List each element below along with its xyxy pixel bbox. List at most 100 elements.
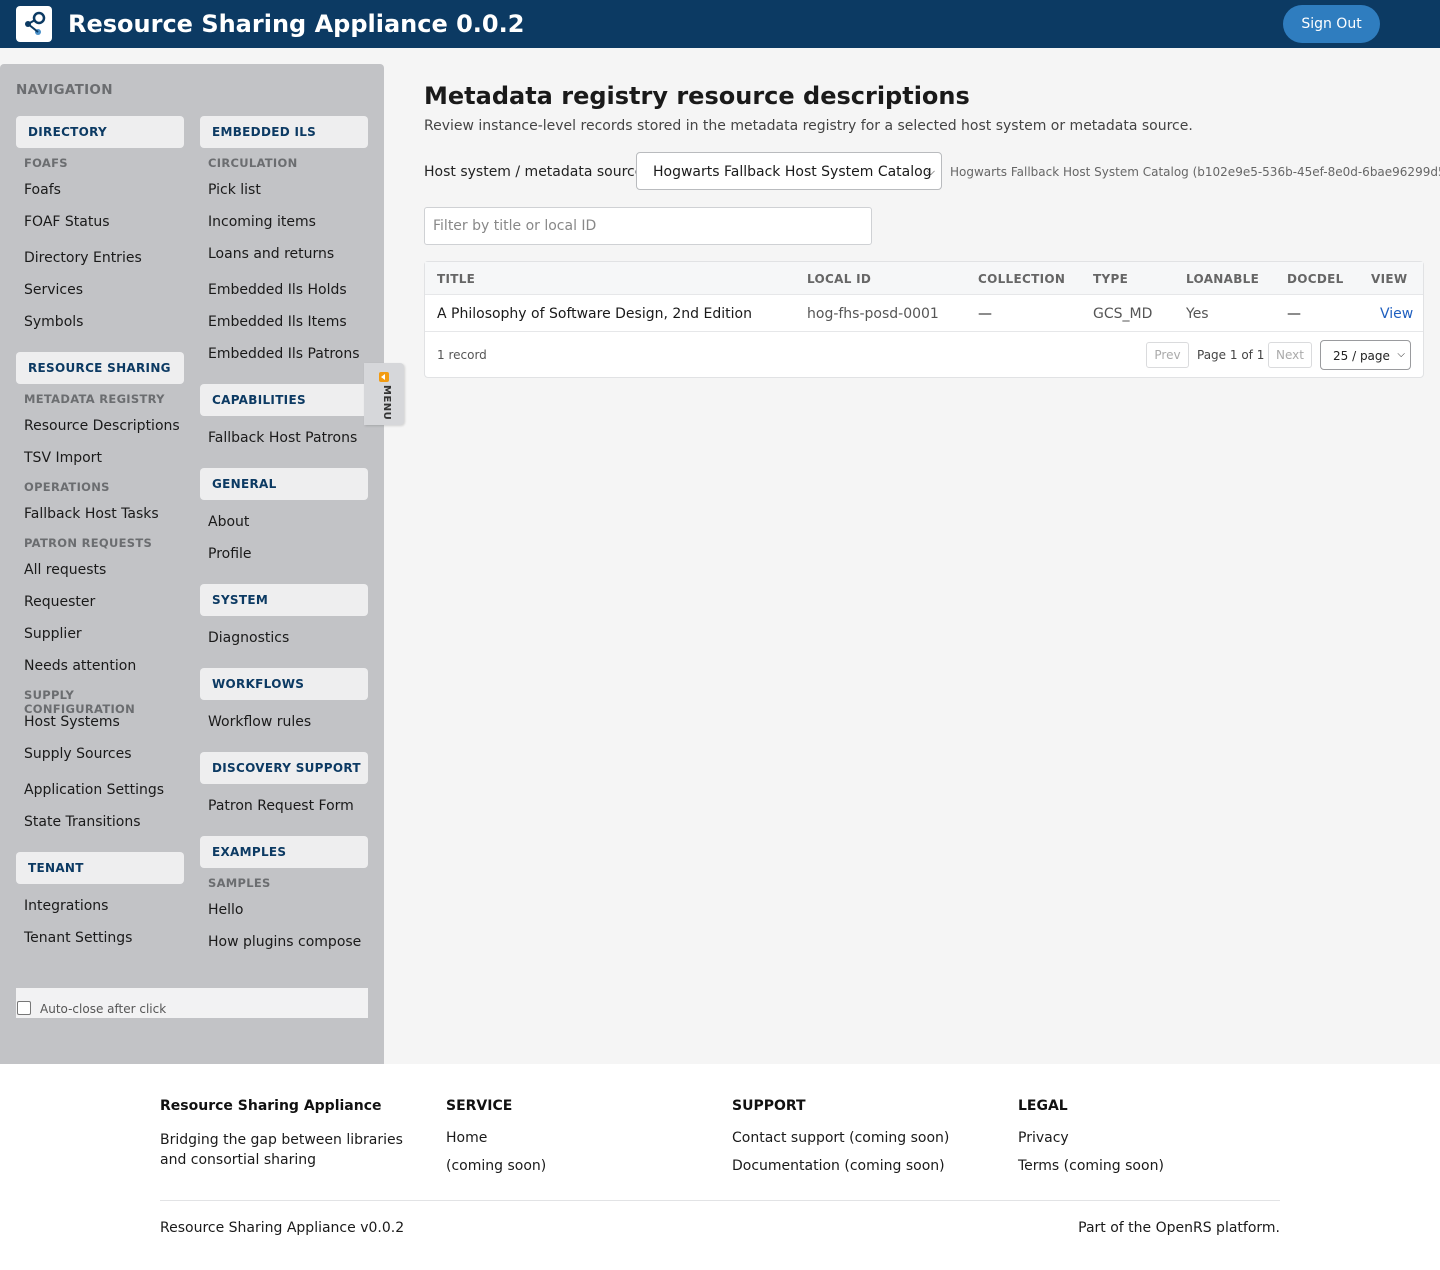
table-row[interactable]: A Philosophy of Software Design, 2nd Edi… [425,295,1423,332]
group-tenant[interactable]: TENANT [16,852,184,884]
app-logo[interactable] [16,6,52,42]
share-network-icon [25,11,46,35]
filter-input[interactable] [424,207,872,245]
footer-link-documentation[interactable]: Documentation (coming soon) [732,1158,1002,1186]
page-size-select[interactable]: 25 / page ⌵ [1320,340,1411,370]
nav-item-resource-descriptions[interactable]: Resource Descriptions [24,418,180,434]
nav-item-state-transitions[interactable]: State Transitions [24,814,141,830]
nav-item-embedded-ils-items[interactable]: Embedded Ils Items [208,314,347,330]
footer-link-coming-soon[interactable]: (coming soon) [446,1158,716,1186]
chevron-down-icon: ⌵ [1397,349,1405,360]
next-page-button[interactable]: Next [1268,342,1312,368]
footer-divider [160,1200,1280,1201]
footer-brand: Resource Sharing Appliance [160,1098,382,1114]
nav-item-needs-attention[interactable]: Needs attention [24,658,136,674]
nav-item-foafs[interactable]: Foafs [24,182,61,198]
group-resource-sharing[interactable]: RESOURCE SHARING [16,352,184,384]
auto-close-checkbox[interactable] [17,1001,31,1015]
nav-item-profile[interactable]: Profile [208,546,252,562]
footer-link-contact-support[interactable]: Contact support (coming soon) [732,1130,1002,1158]
group-general[interactable]: GENERAL [200,468,368,500]
record-count: 1 record [437,348,487,362]
nav-item-all-requests[interactable]: All requests [24,562,106,578]
navigation-title: NAVIGATION [16,82,113,98]
group-heading: GENERAL [212,477,277,491]
page-size-value: 25 / page [1333,349,1390,363]
footer-link-privacy[interactable]: Privacy [1018,1130,1288,1158]
prev-page-button[interactable]: Prev [1146,342,1189,368]
footer-link-home[interactable]: Home [446,1130,716,1158]
nav-item-workflow-rules[interactable]: Workflow rules [208,714,311,730]
column-header-docdel[interactable]: DOCDEL [1287,272,1344,286]
table-footer: 1 record Prev Page 1 of 1 Next 25 / page… [425,332,1423,377]
nav-item-integrations[interactable]: Integrations [24,898,108,914]
cell-loanable: Yes [1186,306,1209,322]
nav-item-application-settings[interactable]: Application Settings [24,782,164,798]
subheading-circulation: CIRCULATION [208,156,298,170]
footer-link-terms[interactable]: Terms (coming soon) [1018,1158,1288,1186]
nav-item-fallback-host-patrons[interactable]: Fallback Host Patrons [208,430,357,446]
nav-item-pick-list[interactable]: Pick list [208,182,261,198]
cell-type: GCS_MD [1093,306,1153,322]
auto-close-label[interactable]: Auto-close after click [40,1002,166,1016]
host-system-select[interactable]: Hogwarts Fallback Host System Catalog ⌵ [636,152,942,190]
nav-item-patron-request-form[interactable]: Patron Request Form [208,798,354,814]
cell-local-id: hog-fhs-posd-0001 [807,306,939,322]
group-workflows[interactable]: WORKFLOWS [200,668,368,700]
group-heading: SYSTEM [212,593,269,607]
group-system[interactable]: SYSTEM [200,584,368,616]
column-header-title[interactable]: TITLE [437,272,475,286]
nav-item-requester[interactable]: Requester [24,594,95,610]
column-header-collection[interactable]: COLLECTION [978,272,1065,286]
group-embedded-ils[interactable]: EMBEDDED ILS [200,116,368,148]
nav-item-embedded-ils-holds[interactable]: Embedded Ils Holds [208,282,347,298]
nav-item-hello[interactable]: Hello [208,902,244,918]
nav-item-foaf-status[interactable]: FOAF Status [24,214,110,230]
results-table: TITLE LOCAL ID COLLECTION TYPE LOANABLE … [424,261,1424,378]
group-heading: EMBEDDED ILS [212,125,317,139]
nav-item-tsv-import[interactable]: TSV Import [24,450,102,466]
subheading-patron-requests: PATRON REQUESTS [24,536,153,550]
page-info: Page 1 of 1 [1197,348,1265,362]
footer-legal-column: LEGAL Privacy Terms (coming soon) [1018,1098,1288,1186]
nav-item-how-plugins-compose[interactable]: How plugins compose [208,934,361,950]
group-examples[interactable]: EXAMPLES [200,836,368,868]
footer-legal-heading: LEGAL [1018,1098,1068,1114]
footer-support-column: SUPPORT Contact support (coming soon) Do… [732,1098,1002,1186]
footer-service-heading: SERVICE [446,1098,513,1114]
column-header-type[interactable]: TYPE [1093,272,1128,286]
nav-item-supply-sources[interactable]: Supply Sources [24,746,132,762]
subheading-supply-configuration: SUPPLY CONFIGURATION [24,688,136,716]
view-link[interactable]: View [1380,306,1413,322]
nav-item-services[interactable]: Services [24,282,83,298]
auto-close-option: Auto-close after click [16,988,368,1018]
nav-item-supplier[interactable]: Supplier [24,626,82,642]
nav-item-symbols[interactable]: Symbols [24,314,83,330]
nav-item-about[interactable]: About [208,514,249,530]
host-select-value: Hogwarts Fallback Host System Catalog [653,164,932,180]
sign-out-button[interactable]: Sign Out [1283,5,1380,43]
nav-item-loans-and-returns[interactable]: Loans and returns [208,246,334,262]
nav-item-directory-entries[interactable]: Directory Entries [24,250,142,266]
nav-item-diagnostics[interactable]: Diagnostics [208,630,289,646]
nav-item-embedded-ils-patrons[interactable]: Embedded Ils Patrons [208,346,360,362]
group-discovery-support[interactable]: DISCOVERY SUPPORT [200,752,368,784]
column-header-view: VIEW [1371,272,1408,286]
top-bar: Resource Sharing Appliance 0.0.2 Sign Ou… [0,0,1440,48]
group-capabilities[interactable]: CAPABILITIES [200,384,368,416]
subheading-foafs: FOAFS [24,156,68,170]
column-header-local-id[interactable]: LOCAL ID [807,272,871,286]
subheading-operations: OPERATIONS [24,480,110,494]
footer-brand-column: Resource Sharing Appliance Bridging the … [160,1098,430,1170]
nav-item-tenant-settings[interactable]: Tenant Settings [24,930,132,946]
nav-item-host-systems[interactable]: Host Systems [24,714,120,730]
nav-item-incoming-items[interactable]: Incoming items [208,214,316,230]
nav-item-fallback-host-tasks[interactable]: Fallback Host Tasks [24,506,159,522]
group-heading: DISCOVERY SUPPORT [212,761,361,775]
footer-service-column: SERVICE Home (coming soon) [446,1098,716,1186]
footer-platform: Part of the OpenRS platform. [1078,1220,1280,1236]
column-header-loanable[interactable]: LOANABLE [1186,272,1259,286]
menu-toggle-tab[interactable]: MENU [364,363,404,425]
group-heading: DIRECTORY [28,125,108,139]
group-directory[interactable]: DIRECTORY [16,116,184,148]
